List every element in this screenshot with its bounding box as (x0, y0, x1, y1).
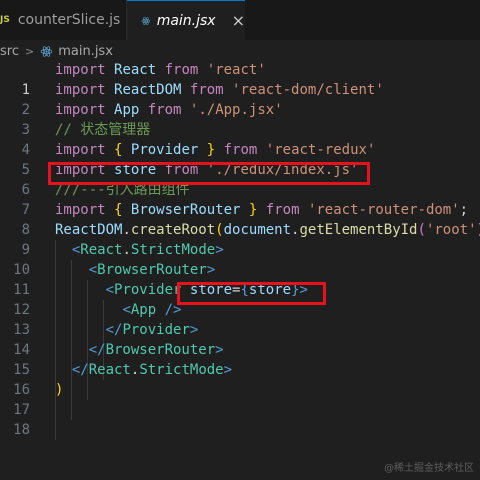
code-line: 18 (0, 400, 480, 438)
code-line: 2 import ReactDOM from 'react-dom/client… (0, 80, 480, 118)
code-text: <App /> (122, 302, 182, 318)
highlight-box-import-store (48, 162, 370, 185)
code-line: 15 </BrowserRouter> (0, 340, 480, 378)
code-text: import App from './App.jsx' (55, 102, 283, 118)
code-text: <BrowserRouter> (88, 262, 216, 278)
tab-bar: JS counterSlice.js main.jsx × (0, 0, 480, 41)
code-line: 10 <React.StrictMode> (0, 240, 480, 278)
code-line: 14 </Provider> (0, 320, 480, 358)
react-icon (141, 16, 151, 25)
code-comment: // 状态管理器 (55, 122, 151, 138)
code-text: import { Provider } from 'react-redux' (55, 142, 376, 158)
tab-counterslice[interactable]: JS counterSlice.js (0, 0, 127, 40)
tab-main-jsx[interactable]: main.jsx × (127, 0, 245, 40)
code-line: 9 ReactDOM.createRoot(document.getElemen… (0, 220, 480, 258)
chevron-right-icon: > (24, 44, 35, 58)
code-text: import React from 'react' (55, 62, 266, 78)
code-line: 16 </React.StrictMode> (0, 360, 480, 398)
code-text: </Provider> (105, 322, 199, 338)
code-text: ) (55, 382, 64, 398)
code-line: 8 import { BrowserRouter } from 'react-r… (0, 200, 480, 238)
react-icon (40, 45, 53, 57)
tab-label: main.jsx (156, 12, 216, 29)
code-line: 17 ) (0, 380, 480, 418)
breadcrumb: src > main.jsx (0, 40, 480, 62)
close-icon[interactable]: × (232, 11, 245, 30)
highlight-box-provider-store (177, 282, 326, 305)
line-number: 18 (13, 422, 30, 438)
watermark: @稀土掘金技术社区 (384, 463, 474, 474)
code-text: ReactDOM.createRoot(document.getElementB… (55, 222, 480, 238)
code-line: 3 import App from './App.jsx' (0, 100, 480, 138)
code-text: </React.StrictMode> (71, 362, 233, 378)
code-line: 11 <BrowserRouter> (0, 260, 480, 298)
breadcrumb-file[interactable]: main.jsx (58, 44, 113, 59)
breadcrumb-folder[interactable]: src (0, 44, 19, 59)
code-line: 4 // 状态管理器 (0, 120, 480, 158)
code-text: </BrowserRouter> (88, 342, 224, 358)
code-text: import ReactDOM from 'react-dom/client' (55, 82, 384, 98)
code-editor[interactable]: 1 import React from 'react' 2 import Rea… (0, 60, 480, 440)
code-line: 1 import React from 'react' (0, 60, 480, 98)
code-text: import { BrowserRouter } from 'react-rou… (55, 202, 469, 218)
tab-label: counterSlice.js (17, 12, 121, 28)
code-line: 5 import { Provider } from 'react-redux' (0, 140, 480, 178)
js-file-icon: JS (0, 15, 10, 25)
code-text: <React.StrictMode> (71, 242, 224, 258)
